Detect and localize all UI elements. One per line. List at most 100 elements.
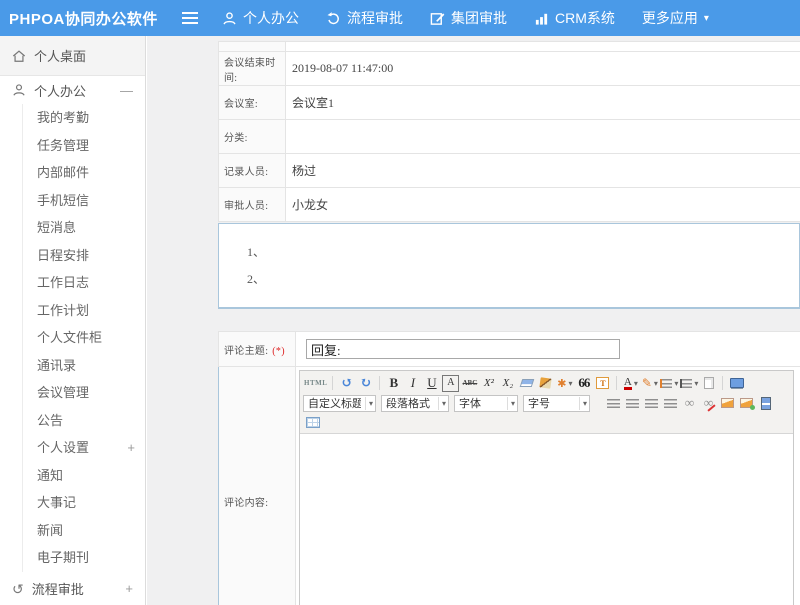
toolbar-row-3 xyxy=(303,413,790,432)
sidebar-section-workflow-approval[interactable]: ↺ 流程审批 + xyxy=(0,574,145,604)
unordered-list-button[interactable]: ▾ xyxy=(680,375,698,392)
required-mark: (*) xyxy=(272,346,285,357)
sidebar-item-contacts[interactable]: 通讯录 xyxy=(37,352,145,380)
nav-more-apps[interactable]: 更多应用 ▾ xyxy=(642,8,709,28)
select-label: 字体 xyxy=(459,395,503,411)
sidebar-item-mobile-sms[interactable]: 手机短信 xyxy=(37,187,145,215)
sidebar-section-label: 个人办公 xyxy=(34,81,86,100)
underline-button[interactable]: U xyxy=(423,375,440,392)
nav-workflow-approval[interactable]: 流程审批 xyxy=(326,8,403,28)
sidebar-item-personal-settings[interactable]: 个人设置 + xyxy=(37,434,145,462)
toolbar-separator xyxy=(379,376,380,390)
image-icon xyxy=(721,398,734,408)
subscript-button[interactable]: X₂ xyxy=(499,375,516,392)
sidebar-item-short-message[interactable]: 短消息 xyxy=(37,214,145,242)
history-icon xyxy=(326,11,341,26)
font-family-select[interactable]: 字体▾ xyxy=(454,395,518,412)
justify-button[interactable] xyxy=(662,395,679,412)
eraser-icon[interactable] xyxy=(518,375,535,392)
sidebar-submenu: 我的考勤 任务管理 内部邮件 手机短信 短消息 日程安排 工作日志 工作计划 个… xyxy=(22,104,145,572)
sidebar-item-my-attendance[interactable]: 我的考勤 xyxy=(37,104,145,132)
html-source-button[interactable]: HTML xyxy=(304,375,327,392)
field-label: 分类: xyxy=(219,120,286,154)
select-label: 字号 xyxy=(528,395,575,411)
toolbar-row-2: 自定义标题▾ 段落格式▾ 字体▾ 字号▾ ∞ xyxy=(303,393,790,413)
table-row: 审批人员: 小龙女 xyxy=(219,188,800,222)
nav-label: 流程审批 xyxy=(347,8,403,28)
field-label: 记录人员: xyxy=(219,154,286,188)
sidebar-item-desktop[interactable]: 个人桌面 xyxy=(0,36,145,76)
sidebar-item-personal-file-cabinet[interactable]: 个人文件柜 xyxy=(37,324,145,352)
paragraph-format-select[interactable]: 段落格式▾ xyxy=(381,395,449,412)
undo-icon[interactable]: ↺ xyxy=(338,375,355,392)
font-name-button[interactable]: A xyxy=(442,375,459,392)
sidebar-section-personal-office[interactable]: 个人办公 — xyxy=(0,76,145,104)
minutes-line: 2、 xyxy=(247,266,799,293)
sidebar-item-label: 个人设置 xyxy=(37,434,89,462)
sidebar-item-schedule[interactable]: 日程安排 xyxy=(37,242,145,270)
sidebar-item-meeting-management[interactable]: 会议管理 xyxy=(37,379,145,407)
insert-media-button[interactable] xyxy=(757,395,774,412)
caret-down-icon: ▾ xyxy=(704,13,709,24)
ordered-list-button[interactable]: ▾ xyxy=(660,375,678,392)
comment-subject-input[interactable] xyxy=(306,339,620,359)
expand-icon[interactable]: + xyxy=(127,434,135,462)
menu-toggle-icon[interactable] xyxy=(182,12,198,24)
sidebar-item-label: 大事记 xyxy=(37,489,76,517)
align-right-icon xyxy=(645,399,658,408)
sidebar-item-news[interactable]: 新闻 xyxy=(37,517,145,545)
sidebar-item-work-log[interactable]: 工作日志 xyxy=(37,269,145,297)
nav-crm-system[interactable]: CRM系统 xyxy=(534,8,615,28)
blockquote-button[interactable]: 66 xyxy=(575,375,592,392)
new-page-button[interactable] xyxy=(700,375,717,392)
sidebar-item-label: 会议管理 xyxy=(37,379,89,407)
table-row: 评论主题: (*) xyxy=(219,332,800,367)
unlink-button[interactable]: ∞ xyxy=(700,395,717,412)
field-value xyxy=(286,120,800,154)
font-size-select[interactable]: 字号▾ xyxy=(523,395,590,412)
select-label: 段落格式 xyxy=(386,395,434,411)
nav-personal-office[interactable]: 个人办公 xyxy=(222,8,299,28)
redo-icon[interactable]: ↻ xyxy=(357,375,374,392)
toolbar-separator xyxy=(616,376,617,390)
superscript-button[interactable]: X² xyxy=(480,375,497,392)
sidebar-item-announcement[interactable]: 公告 xyxy=(37,407,145,435)
sidebar-item-e-journal[interactable]: 电子期刊 xyxy=(37,544,145,572)
auto-typeset-button[interactable]: ✱▾ xyxy=(556,375,573,392)
person-icon xyxy=(12,83,26,97)
history-icon: ↺ xyxy=(12,582,24,596)
expand-icon[interactable]: + xyxy=(125,581,133,596)
ordered-list-icon xyxy=(660,379,672,388)
bold-button[interactable]: B xyxy=(385,375,402,392)
align-center-button[interactable] xyxy=(624,395,641,412)
comment-subject-label: 评论主题: xyxy=(224,346,268,357)
sidebar-item-label: 任务管理 xyxy=(37,132,89,160)
toolbar-separator xyxy=(722,376,723,390)
paste-as-text-button[interactable]: T xyxy=(594,375,611,392)
format-brush-icon[interactable] xyxy=(537,375,554,392)
sidebar-item-task-management[interactable]: 任务管理 xyxy=(37,132,145,160)
align-left-button[interactable] xyxy=(605,395,622,412)
comment-content-label: 评论内容: xyxy=(219,367,296,605)
sidebar-item-notification[interactable]: 通知 xyxy=(37,462,145,490)
collapse-icon[interactable]: — xyxy=(120,83,133,98)
insert-table-button[interactable] xyxy=(304,414,321,431)
sidebar-item-memorabilia[interactable]: 大事记 xyxy=(37,489,145,517)
editor-content-area[interactable] xyxy=(300,434,793,605)
italic-button[interactable]: I xyxy=(404,375,421,392)
nav-group-approval[interactable]: 集团审批 xyxy=(430,8,507,28)
align-right-button[interactable] xyxy=(643,395,660,412)
field-value xyxy=(286,42,800,52)
heading-select[interactable]: 自定义标题▾ xyxy=(303,395,376,412)
highlight-color-button[interactable]: ✎▾ xyxy=(641,375,658,392)
fullscreen-button[interactable] xyxy=(728,375,745,392)
font-color-button[interactable]: A▾ xyxy=(622,375,639,392)
sidebar-item-internal-mail[interactable]: 内部邮件 xyxy=(37,159,145,187)
insert-image-button[interactable] xyxy=(719,395,736,412)
field-value xyxy=(296,332,800,367)
eraser-shape xyxy=(520,379,535,387)
link-button[interactable]: ∞ xyxy=(681,395,698,412)
strikethrough-button[interactable]: ABC xyxy=(461,375,478,392)
sidebar-item-work-plan[interactable]: 工作计划 xyxy=(37,297,145,325)
multi-image-button[interactable] xyxy=(738,395,755,412)
